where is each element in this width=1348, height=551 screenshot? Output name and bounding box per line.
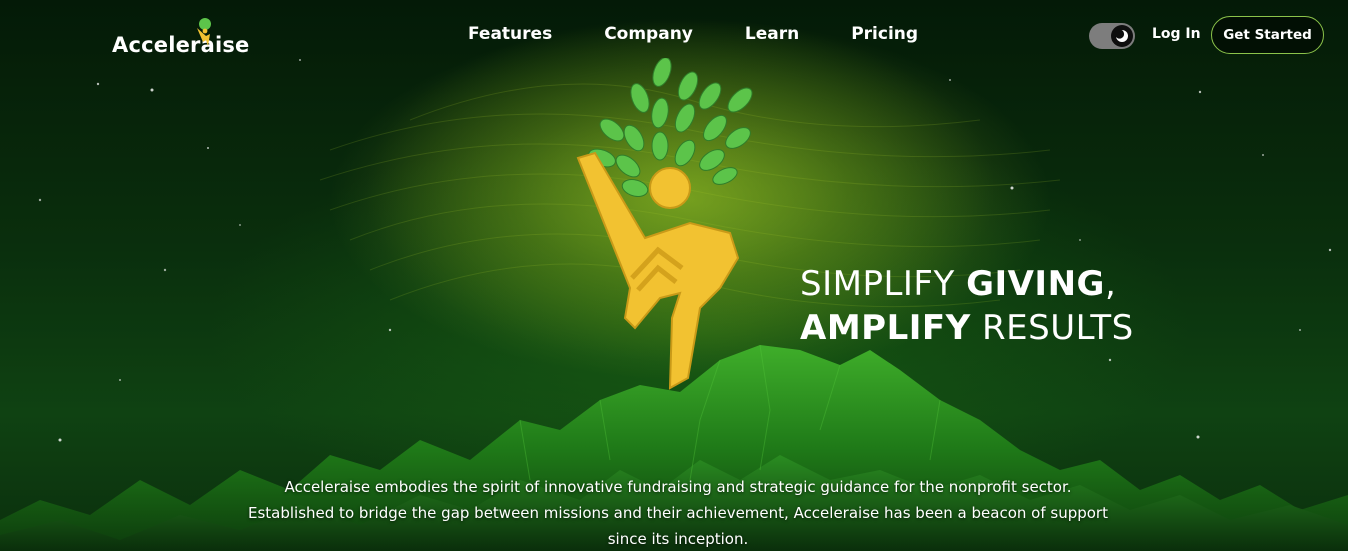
headline-results: RESULTS <box>982 308 1134 348</box>
hero-tree-figure-illustration <box>576 58 753 390</box>
theme-toggle[interactable] <box>1089 23 1135 49</box>
nav-item-learn[interactable]: Learn <box>745 24 799 44</box>
nav-item-pricing[interactable]: Pricing <box>851 24 918 44</box>
headline-giving: GIVING <box>966 264 1105 304</box>
hero-description: Acceleraise embodies the spirit of innov… <box>248 478 1108 548</box>
headline-amplify: AMPLIFY <box>800 308 971 348</box>
landing-page: Acceleraise Features Company Learn Prici… <box>0 0 1348 551</box>
headline-line-2: AMPLIFY RESULTS <box>800 306 1134 350</box>
main-nav: Features Company Learn Pricing <box>468 24 918 44</box>
hero-headline: SIMPLIFY GIVING, AMPLIFY RESULTS <box>800 262 1134 350</box>
moon-icon <box>1114 29 1128 42</box>
brand-name: Acceleraise <box>112 33 250 57</box>
nav-item-features[interactable]: Features <box>468 24 552 44</box>
nav-item-company[interactable]: Company <box>604 24 693 44</box>
toggle-knob <box>1111 25 1133 47</box>
logo-tree-icon <box>197 18 211 46</box>
brand-logo[interactable]: Acceleraise <box>112 18 250 62</box>
login-link[interactable]: Log In <box>1152 26 1201 42</box>
headline-simplify: SIMPLIFY <box>800 264 955 304</box>
headline-comma: , <box>1104 264 1117 304</box>
headline-line-1: SIMPLIFY GIVING, <box>800 262 1134 306</box>
get-started-button[interactable]: Get Started <box>1211 16 1324 54</box>
